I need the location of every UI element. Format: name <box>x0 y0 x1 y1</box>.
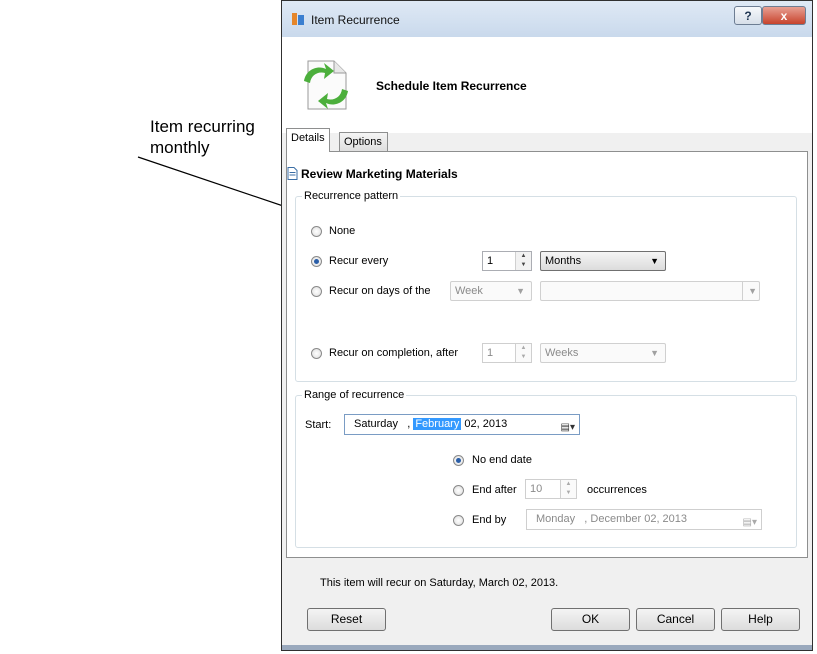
occurrences-label: occurrences <box>587 484 647 496</box>
spin-arrows-icon[interactable]: ▲ ▼ <box>515 252 531 270</box>
radio-none[interactable] <box>311 226 322 237</box>
recur-every-unit-value: Months <box>545 255 582 267</box>
start-separator: , <box>407 418 411 430</box>
recurrence-icon <box>304 60 348 110</box>
chevron-down-icon: ▼ <box>516 286 525 296</box>
start-day: Saturday <box>354 418 399 430</box>
recur-every-stepper[interactable]: 1 ▲ ▼ <box>482 251 532 271</box>
radio-end-after[interactable] <box>453 485 464 496</box>
chevron-down-icon: ▼ <box>650 256 659 266</box>
help-button[interactable]: Help <box>721 608 800 631</box>
item-title: Review Marketing Materials <box>287 167 458 181</box>
radio-no-end[interactable] <box>453 455 464 466</box>
radio-days-of[interactable] <box>311 286 322 297</box>
tab-details[interactable]: Details <box>286 128 330 152</box>
reset-button[interactable]: Reset <box>307 608 386 631</box>
recur-every-label: Recur every <box>329 255 389 267</box>
calendar-icon[interactable]: ▤▾ <box>743 513 757 532</box>
end-by-label: End by <box>472 514 507 526</box>
details-panel: Review Marketing Materials Recurrence pa… <box>286 151 808 558</box>
title-help-button[interactable]: ? <box>734 6 762 25</box>
none-label: None <box>329 225 356 237</box>
recurrence-dialog: Item Recurrence ? x Schedule Item Recurr… <box>281 0 813 651</box>
completion-label: Recur on completion, after <box>329 347 459 359</box>
chevron-down-icon: ▼ <box>650 348 659 358</box>
radio-end-by[interactable] <box>453 515 464 526</box>
dialog-heading: Schedule Item Recurrence <box>376 79 527 93</box>
dialog-header: Schedule Item Recurrence <box>282 37 812 133</box>
end-after-value: 10 <box>530 483 543 495</box>
recurrence-pattern-legend: Recurrence pattern <box>304 190 399 202</box>
recurrence-pattern-group: Recurrence pattern None Recur every 1 ▲ ▼… <box>295 190 797 382</box>
document-icon <box>287 167 298 180</box>
recur-every-unit-select[interactable]: Months ▼ <box>540 251 666 271</box>
days-of-label: Recur on days of the <box>329 285 431 297</box>
ok-button[interactable]: OK <box>551 608 630 631</box>
app-icon <box>292 13 304 25</box>
start-rest: 02, 2013 <box>464 418 508 430</box>
title-bar: Item Recurrence ? x <box>282 1 812 38</box>
start-month-selected: February <box>413 418 462 430</box>
end-after-stepper[interactable]: 10 ▲ ▼ <box>525 479 577 499</box>
days-of-period-select[interactable]: Week ▼ <box>450 281 532 301</box>
close-button[interactable]: x <box>762 6 806 25</box>
completion-unit-select[interactable]: Weeks ▼ <box>540 343 666 363</box>
end-by-date-picker[interactable]: Monday , December 02, 2013 ▤▾ <box>526 509 762 530</box>
summary-text: This item will recur on Saturday, March … <box>320 577 559 589</box>
spin-arrows-icon[interactable]: ▲ ▼ <box>560 480 576 498</box>
spin-arrows-icon[interactable]: ▲ ▼ <box>515 344 531 362</box>
window-bottom-edge <box>282 645 812 650</box>
range-of-recurrence-group: Range of recurrence Start: Saturday , Fe… <box>295 389 797 548</box>
chevron-down-icon: ▼ <box>742 282 757 300</box>
item-title-text: Review Marketing Materials <box>301 167 458 181</box>
completion-unit-value: Weeks <box>545 347 579 359</box>
days-of-period-value: Week <box>455 285 483 297</box>
cancel-button[interactable]: Cancel <box>636 608 715 631</box>
days-of-selection-select[interactable]: ▼ <box>540 281 760 301</box>
radio-on-completion[interactable] <box>311 348 322 359</box>
range-legend: Range of recurrence <box>304 389 405 401</box>
start-date-picker[interactable]: Saturday , February 02, 2013 ▤▾ <box>344 414 580 435</box>
start-label: Start: <box>305 419 332 431</box>
tab-options[interactable]: Options <box>339 132 388 152</box>
no-end-label: No end date <box>472 454 532 466</box>
completion-value: 1 <box>487 347 494 359</box>
recur-every-value: 1 <box>487 255 494 267</box>
window-title: Item Recurrence <box>311 13 400 27</box>
calendar-icon[interactable]: ▤▾ <box>561 418 575 437</box>
end-after-label: End after <box>472 484 517 496</box>
end-by-date-value: Monday , December 02, 2013 <box>536 513 688 525</box>
completion-stepper[interactable]: 1 ▲ ▼ <box>482 343 532 363</box>
radio-recur-every[interactable] <box>311 256 322 267</box>
